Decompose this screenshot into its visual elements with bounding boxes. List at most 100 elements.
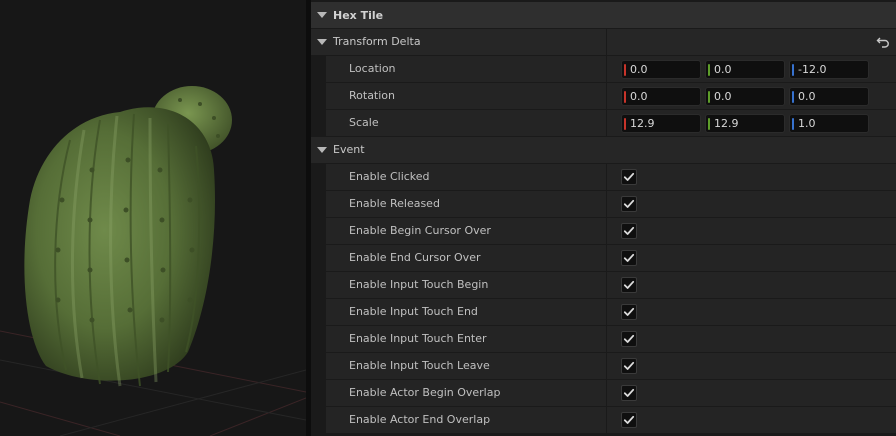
property-bar: Enable Input Touch End	[326, 299, 896, 325]
z-axis-marker	[792, 64, 794, 76]
indent	[311, 245, 326, 272]
property-bar: Enable Input Touch Leave	[326, 353, 896, 379]
field-value: 12.9	[714, 117, 739, 130]
property-label: Enable Input Touch Leave	[349, 359, 490, 372]
indent	[311, 299, 326, 326]
indent	[311, 353, 326, 380]
event-property-row: Enable Actor End Overlap	[311, 407, 896, 434]
event-property-row: Enable Input Touch Begin	[311, 272, 896, 299]
z-axis-marker	[792, 91, 794, 103]
event-checkbox[interactable]	[621, 223, 637, 239]
property-label: Scale	[349, 116, 379, 129]
property-label: Enable Clicked	[349, 170, 430, 183]
property-label: Enable Released	[349, 197, 440, 210]
location-x-field[interactable]: 0.0	[621, 60, 701, 79]
event-checkbox[interactable]	[621, 250, 637, 266]
location-z-field[interactable]: -12.0	[789, 60, 869, 79]
column-divider	[606, 29, 607, 55]
event-property-row: Enable Input Touch Enter	[311, 326, 896, 353]
property-label: Enable Input Touch Enter	[349, 332, 487, 345]
field-value: 0.0	[798, 90, 816, 103]
event-checkbox[interactable]	[621, 412, 637, 428]
event-checkbox[interactable]	[621, 169, 637, 185]
x-axis-marker	[624, 64, 626, 76]
checkmark-icon	[623, 361, 635, 370]
property-scale: Scale 12.9 12.9 1.0	[311, 110, 896, 137]
property-bar: Enable Clicked	[326, 164, 896, 190]
event-checkbox[interactable]	[621, 196, 637, 212]
indent	[311, 407, 326, 434]
property-bar: Enable Begin Cursor Over	[326, 218, 896, 244]
chevron-down-icon	[317, 147, 327, 153]
property-bar: Enable End Cursor Over	[326, 245, 896, 271]
rotation-x-field[interactable]: 0.0	[621, 87, 701, 106]
checkmark-icon	[623, 307, 635, 316]
field-value: 0.0	[630, 90, 648, 103]
indent	[311, 272, 326, 299]
checkmark-icon	[623, 253, 635, 262]
checkmark-icon	[623, 280, 635, 289]
category-hex-tile[interactable]: Hex Tile	[311, 2, 896, 29]
column-divider	[606, 299, 607, 325]
property-bar: Location 0.0 0.0 -12.0	[326, 56, 896, 82]
field-value: 0.0	[714, 63, 732, 76]
group-label: Event	[333, 143, 365, 156]
property-label: Enable Begin Cursor Over	[349, 224, 491, 237]
column-divider	[606, 353, 607, 379]
event-property-row: Enable Released	[311, 191, 896, 218]
category-label: Hex Tile	[333, 9, 384, 22]
field-value: 1.0	[798, 117, 816, 130]
checkmark-icon	[623, 199, 635, 208]
property-location: Location 0.0 0.0 -12.0	[311, 56, 896, 83]
cactus-body	[24, 107, 215, 381]
indent	[311, 110, 326, 137]
property-bar: Enable Released	[326, 191, 896, 217]
indent	[311, 326, 326, 353]
column-divider	[606, 56, 607, 82]
location-y-field[interactable]: 0.0	[705, 60, 785, 79]
column-divider	[606, 164, 607, 190]
column-divider	[606, 218, 607, 244]
checkmark-icon	[623, 388, 635, 397]
x-axis-marker	[624, 91, 626, 103]
indent	[311, 191, 326, 218]
scale-y-field[interactable]: 12.9	[705, 114, 785, 133]
event-checkbox[interactable]	[621, 277, 637, 293]
property-bar: Enable Input Touch Begin	[326, 272, 896, 298]
group-event[interactable]: Event	[311, 137, 896, 164]
scale-z-field[interactable]: 1.0	[789, 114, 869, 133]
field-value: 12.9	[630, 117, 655, 130]
group-transform-delta[interactable]: Transform Delta	[311, 29, 896, 56]
field-value: 0.0	[630, 63, 648, 76]
indent	[311, 164, 326, 191]
column-divider	[606, 191, 607, 217]
event-property-row: Enable Actor Begin Overlap	[311, 380, 896, 407]
column-divider	[606, 380, 607, 406]
y-axis-marker	[708, 118, 710, 130]
event-checkbox[interactable]	[621, 385, 637, 401]
event-property-row: Enable Clicked	[311, 164, 896, 191]
indent	[311, 218, 326, 245]
column-divider	[606, 407, 607, 433]
property-bar: Enable Input Touch Enter	[326, 326, 896, 352]
property-label: Enable End Cursor Over	[349, 251, 481, 264]
rotation-z-field[interactable]: 0.0	[789, 87, 869, 106]
viewport[interactable]	[0, 0, 306, 436]
checkmark-icon	[623, 334, 635, 343]
column-divider	[606, 272, 607, 298]
scale-x-field[interactable]: 12.9	[621, 114, 701, 133]
event-checkbox[interactable]	[621, 331, 637, 347]
chevron-down-icon	[317, 12, 327, 18]
rotation-y-field[interactable]: 0.0	[705, 87, 785, 106]
property-bar: Enable Actor End Overlap	[326, 407, 896, 433]
reset-arrow-icon[interactable]	[876, 35, 890, 49]
event-checkbox[interactable]	[621, 304, 637, 320]
indent	[311, 83, 326, 110]
checkmark-icon	[623, 415, 635, 424]
event-checkbox[interactable]	[621, 358, 637, 374]
column-divider	[606, 110, 607, 136]
y-axis-marker	[708, 64, 710, 76]
property-label: Location	[349, 62, 396, 75]
viewport-scene	[0, 86, 306, 436]
z-axis-marker	[792, 118, 794, 130]
